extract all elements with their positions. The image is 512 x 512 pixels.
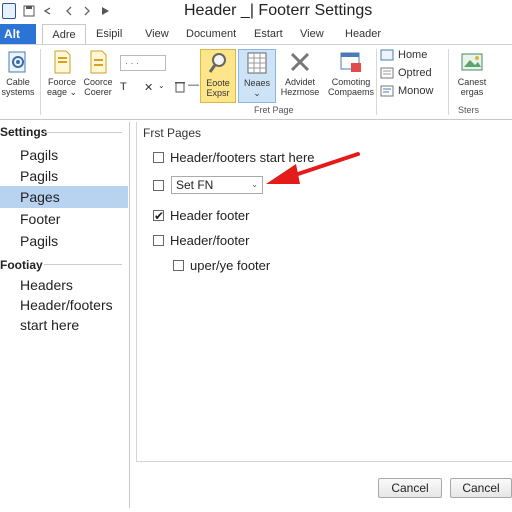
nav-section-footiay: Footiay	[0, 258, 43, 272]
format-dropdown[interactable]: · · ·	[120, 55, 166, 71]
checkbox[interactable]	[153, 235, 164, 247]
comoting-button[interactable]: Comoting Compaems	[326, 49, 376, 97]
nav-item-headers[interactable]: Headers	[0, 274, 128, 296]
ribbon: Cable systems Foorce eage ⌄ Coorce Coere…	[0, 44, 512, 120]
checkbox[interactable]	[153, 152, 164, 164]
undo-icon[interactable]	[40, 4, 54, 18]
cable-systems-button[interactable]: Cable systems	[0, 49, 40, 97]
title-bar: Header _| Footerr Settings	[0, 0, 512, 24]
settings-gear-icon	[5, 49, 31, 75]
sters-group-label: Sters	[458, 105, 480, 115]
caret-icon[interactable]: T	[120, 81, 127, 93]
tab-adre[interactable]: Adre	[42, 24, 86, 44]
tab-header[interactable]: Header	[345, 24, 381, 44]
cancel-button-2[interactable]: Cancel	[450, 478, 512, 498]
eoote-expsr-button[interactable]: Eoote Expsr	[200, 49, 236, 103]
optred-button[interactable]: Optred	[380, 67, 432, 79]
checkbox[interactable]	[153, 180, 164, 192]
window-title: Header _| Footerr Settings	[184, 2, 373, 19]
nav-item-pagils-3[interactable]: Pagils	[0, 230, 128, 252]
delete-icon[interactable]	[174, 81, 186, 96]
tab-document[interactable]: Document	[186, 24, 236, 44]
option-uper-ye-footer[interactable]: uper/ye footer	[173, 257, 270, 275]
nav-item-pages[interactable]: Pages	[0, 186, 128, 208]
annotation-arrow-icon	[266, 152, 360, 184]
save-icon[interactable]	[22, 4, 36, 18]
forward-arrow-icon[interactable]	[80, 4, 94, 18]
neaes-button[interactable]: Neaes ⌄	[238, 49, 276, 103]
window-icon	[338, 49, 364, 75]
advidet-button[interactable]: Advidet Hezrnose	[278, 49, 322, 97]
checkbox[interactable]	[173, 260, 184, 272]
ribbon-tabs: Alt Adre Esipil View Document Estart Vie…	[0, 24, 512, 44]
page-icon-2	[85, 49, 111, 75]
grid-icon	[244, 50, 270, 76]
app-icon	[2, 3, 16, 19]
option-header-footer[interactable]: Header footer	[153, 207, 250, 225]
search-icon	[205, 50, 231, 76]
tab-view[interactable]: View	[145, 24, 169, 44]
cancel-button[interactable]: Cancel	[378, 478, 442, 498]
nav-item-start-here[interactable]: start here	[0, 314, 128, 336]
tab-view-2[interactable]: View	[300, 24, 324, 44]
image-icon	[459, 49, 485, 75]
settings-nav-panel: Settings Pagils Pagils Pages Footer Pagi…	[0, 122, 130, 508]
close-icon[interactable]: ✕	[144, 81, 153, 94]
tools-icon	[287, 49, 313, 75]
checkbox-checked[interactable]	[153, 207, 164, 225]
minus-icon[interactable]: —	[188, 79, 199, 91]
list-icon	[380, 85, 394, 97]
nav-item-header-footers[interactable]: Header/footers	[0, 294, 128, 316]
option-header-footer-2[interactable]: Header/footer	[153, 232, 250, 250]
play-icon[interactable]	[98, 4, 112, 18]
tab-esipil[interactable]: Esipil	[96, 24, 122, 44]
set-fn-select[interactable]: Set FN ⌄	[171, 176, 263, 194]
nav-item-pagils-1[interactable]: Pagils	[0, 144, 128, 166]
section-heading: Frst Pages	[143, 126, 202, 140]
nav-section-settings: Settings	[0, 125, 48, 139]
page-icon	[49, 49, 75, 75]
option-set-fn[interactable]	[153, 177, 170, 195]
first-page-group-label: Fret Page	[254, 105, 294, 115]
canest-ergas-button[interactable]: Canest ergas	[450, 49, 494, 97]
nav-item-pagils-2[interactable]: Pagils	[0, 165, 128, 187]
coorce-coerer-button[interactable]: Coorce Coerer	[76, 49, 120, 97]
chevron-down-icon: ⌄	[251, 180, 258, 189]
nav-item-footer[interactable]: Footer	[0, 208, 128, 230]
tab-estart[interactable]: Estart	[254, 24, 283, 44]
document-icon	[380, 67, 394, 79]
home-icon	[380, 49, 394, 61]
chevron-down-icon[interactable]: ⌄	[158, 81, 165, 90]
home-button[interactable]: Home	[380, 49, 427, 61]
monow-button[interactable]: Monow	[380, 85, 433, 97]
back-arrow-icon[interactable]	[62, 4, 76, 18]
tab-alt[interactable]: Alt	[0, 24, 36, 44]
